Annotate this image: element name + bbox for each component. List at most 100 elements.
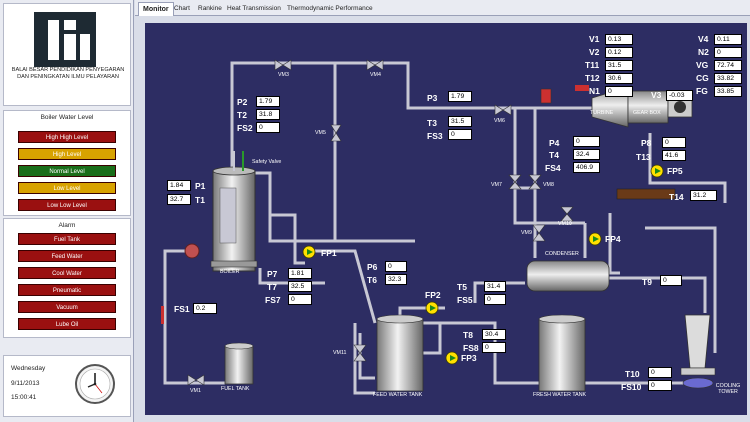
tab-thermodynamic-performance[interactable]: Thermodynamic Performance — [287, 2, 373, 16]
p6-value: 0 — [385, 261, 407, 272]
fuel-tank-icon — [224, 342, 254, 385]
level-high-high-button[interactable]: High High Level — [18, 131, 116, 143]
alarm-fuel-tank-button[interactable]: Fuel Tank — [18, 233, 116, 245]
t10-label: T10 — [625, 369, 640, 379]
t12-value: 30.6 — [605, 73, 633, 84]
p8-value: 0 — [662, 137, 686, 148]
p3-value: 1.79 — [448, 91, 472, 102]
t8-value: 30.4 — [482, 329, 506, 340]
boiler-water-level-title: Boiler Water Level — [40, 114, 94, 121]
vg-label: VG — [696, 60, 709, 70]
t4-value: 32.4 — [573, 149, 600, 160]
vm7-label[interactable]: VM7 — [491, 182, 502, 188]
p7-value: 1.81 — [288, 268, 312, 279]
piping-diagram — [161, 59, 727, 395]
fs1-label: FS1 — [174, 304, 190, 314]
left-panel: BALAI BESAR PENDIDIKAN PENYEGARAN DAN PE… — [0, 0, 134, 422]
tab-bar: Monitor Chart Rankine Heat Transmission … — [135, 0, 750, 16]
fs10-value: 0 — [648, 380, 672, 391]
vm10-label[interactable]: VM10 — [558, 221, 572, 227]
vm5-label[interactable]: VM5 — [315, 130, 326, 136]
vm8-label[interactable]: VM8 — [543, 182, 554, 188]
fp3-label[interactable]: FP3 — [461, 354, 477, 363]
level-low-low-button[interactable]: Low Low Level — [18, 199, 116, 211]
level-low-button[interactable]: Low Level — [18, 182, 116, 194]
fs4-label: FS4 — [545, 163, 561, 173]
condenser-icon — [526, 260, 610, 292]
boiler-label: BOILER — [220, 269, 240, 275]
cooling-tower-icon — [680, 314, 716, 389]
alarm-cool-water-button[interactable]: Cool Water — [18, 267, 116, 279]
vm1-label[interactable]: VM1 — [190, 388, 201, 394]
tab-monitor[interactable]: Monitor — [138, 2, 174, 16]
v1-value: 0.13 — [605, 34, 633, 45]
fs3-label: FS3 — [427, 131, 443, 141]
t3-value: 31.5 — [448, 116, 472, 127]
vm9-label[interactable]: VM9 — [521, 230, 532, 236]
fs7-value: 0 — [288, 294, 312, 305]
logo-box: BALAI BESAR PENDIDIKAN PENYEGARAN DAN PE… — [3, 3, 131, 106]
vm6-label[interactable]: VM6 — [494, 118, 505, 124]
alarm-lube-oil-button[interactable]: Lube Oil — [18, 318, 116, 330]
v4-value: 0.11 — [714, 34, 742, 45]
t11-label: T11 — [585, 60, 600, 70]
n2-label: N2 — [698, 47, 709, 57]
t13-value: 41.6 — [662, 150, 686, 161]
t6-value: 32.3 — [385, 274, 407, 285]
t4-label: T4 — [549, 150, 559, 160]
safety-valve-label: Safety Valve — [252, 159, 282, 165]
p4-value: 0 — [573, 136, 600, 147]
fp4-label[interactable]: FP4 — [605, 235, 621, 244]
fs8-label: FS8 — [463, 343, 479, 353]
t2-value: 31.8 — [256, 109, 280, 120]
vm11-label[interactable]: VM11 — [333, 350, 346, 356]
cooling-tower-label: COOLING TOWER — [715, 383, 741, 395]
t1-label: T1 — [195, 195, 205, 205]
fs5-label: FS5 — [457, 295, 473, 305]
t3-label: T3 — [427, 118, 437, 128]
p7-label: P7 — [267, 269, 278, 279]
tab-heat-transmission[interactable]: Heat Transmission — [227, 2, 281, 16]
logo-icon — [34, 12, 96, 67]
vm4-label[interactable]: VM4 — [370, 72, 381, 78]
fs5-value: 0 — [484, 294, 506, 305]
level-normal-button[interactable]: Normal Level — [18, 165, 116, 177]
fs1-value: 0.2 — [193, 303, 217, 314]
v2-value: 0.12 — [605, 47, 633, 58]
datetime-panel: Wednesday 9/11/2013 15:00:41 — [3, 355, 131, 417]
fp2-label[interactable]: FP2 — [425, 291, 441, 300]
alarm-panel: Alarm Fuel Tank Feed Water Cool Water Pn… — [3, 218, 131, 338]
fresh-water-tank-label: FRESH WATER TANK — [533, 392, 587, 398]
fp5-label[interactable]: FP5 — [667, 167, 683, 176]
fp1-label[interactable]: FP1 — [321, 249, 337, 258]
vm3-label[interactable]: VM3 — [278, 72, 289, 78]
clock-icon — [75, 364, 115, 404]
tab-chart[interactable]: Chart — [174, 2, 190, 16]
p4-label: P4 — [549, 138, 560, 148]
fs4-value: 406.9 — [573, 162, 600, 173]
fs8-value: 0 — [482, 342, 506, 353]
feed-water-tank-label: FEED WATER TANK — [373, 392, 423, 398]
v1-label: V1 — [589, 34, 600, 44]
t14-value: 31.2 — [690, 190, 717, 201]
alarm-pneumatic-button[interactable]: Pneumatic — [18, 284, 116, 296]
org-name: BALAI BESAR PENDIDIKAN PENYEGARAN DAN PE… — [11, 67, 125, 80]
p6-label: P6 — [367, 262, 378, 272]
cg-value: 33.82 — [714, 73, 742, 84]
alarm-feed-water-button[interactable]: Feed Water — [18, 250, 116, 262]
t10-value: 0 — [648, 367, 672, 378]
plant-diagram: Safety Valve BOILER TURBINE GEAR BOX CON… — [145, 23, 747, 415]
fs2-value: 0 — [256, 122, 280, 133]
t2-label: T2 — [237, 110, 247, 120]
p3-label: P3 — [427, 93, 438, 103]
t8-label: T8 — [463, 330, 473, 340]
tab-rankine[interactable]: Rankine — [198, 2, 222, 16]
level-high-button[interactable]: High Level — [18, 148, 116, 160]
day-label: Wednesday — [11, 365, 46, 372]
t5-label: T5 — [457, 282, 467, 292]
vg-value: 72.74 — [714, 60, 742, 71]
alarm-vacuum-button[interactable]: Vacuum — [18, 301, 116, 313]
fuel-tank-label: FUEL TANK — [221, 386, 250, 392]
t14-label: T14 — [669, 192, 684, 202]
p2-label: P2 — [237, 97, 248, 107]
